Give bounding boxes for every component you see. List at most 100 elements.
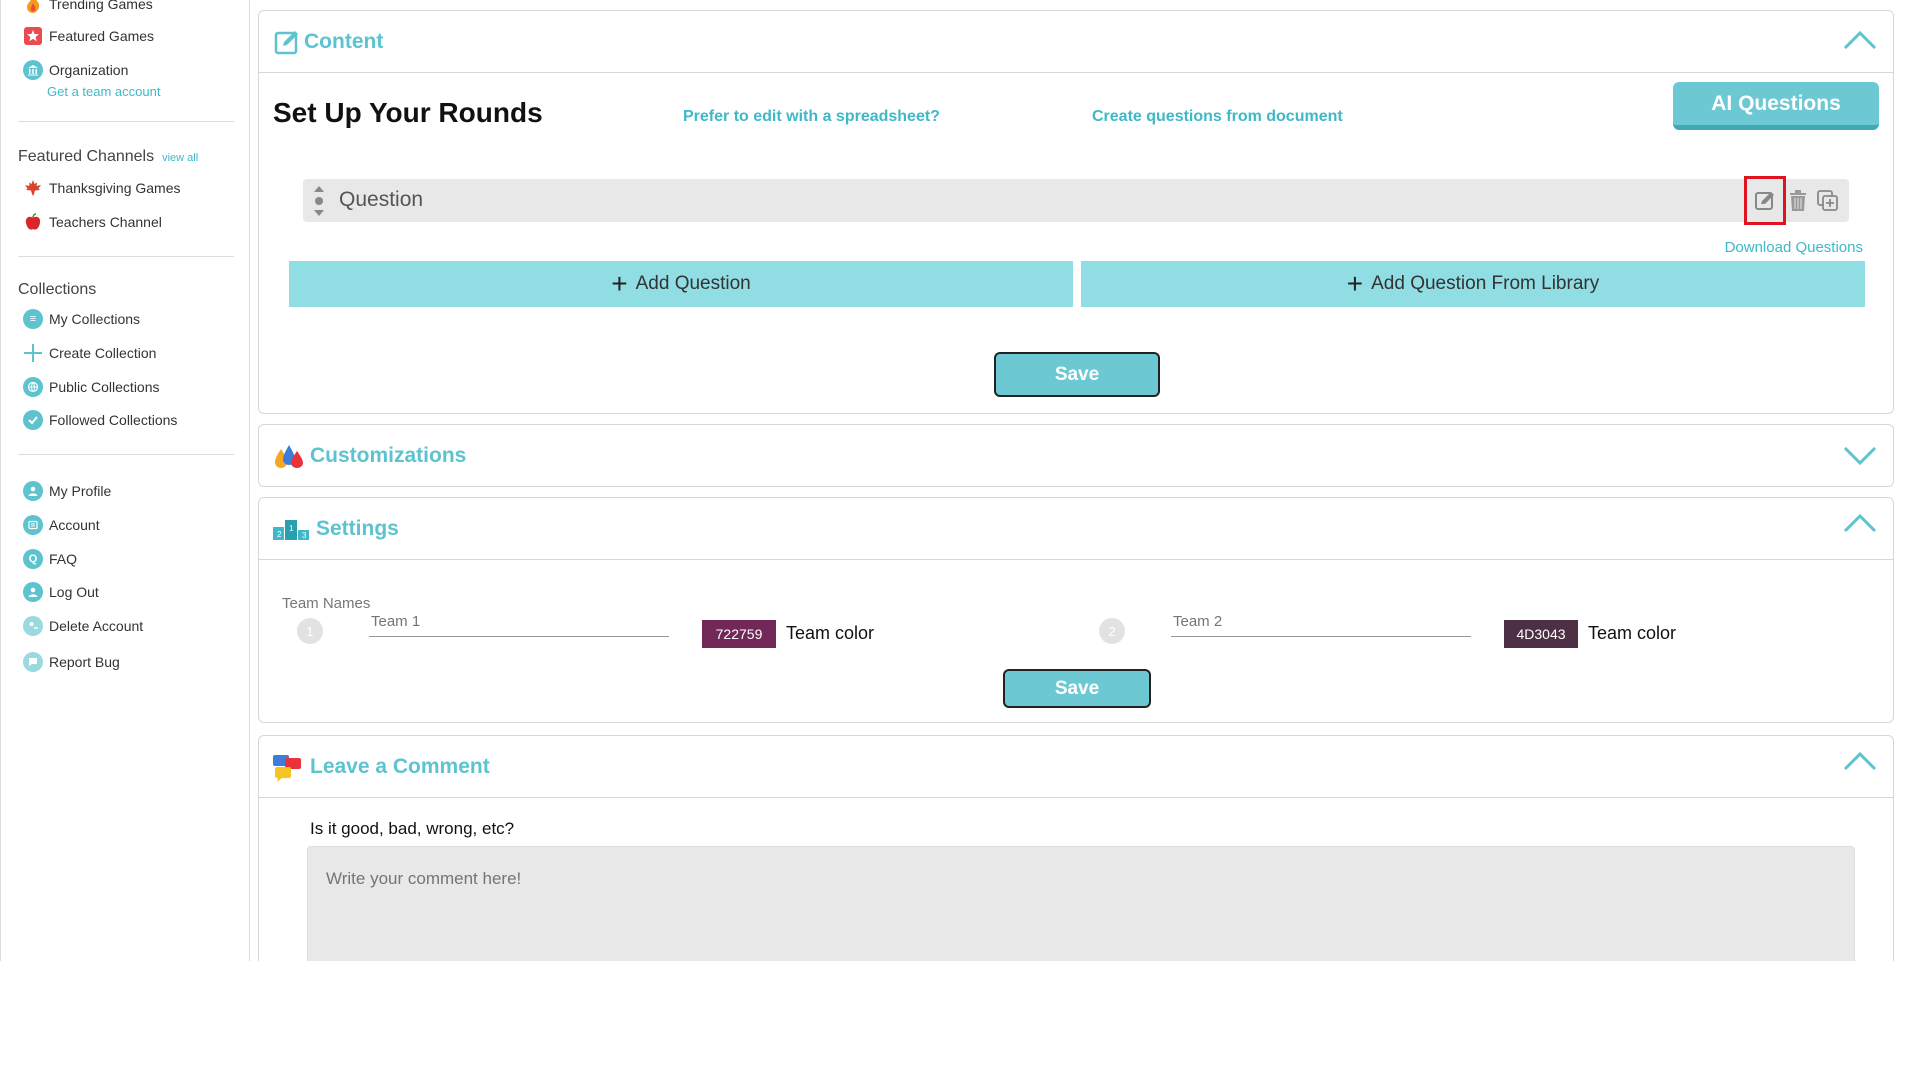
sidebar-item-account[interactable]: Account xyxy=(23,515,100,535)
sidebar-item-teachers-channel[interactable]: Teachers Channel xyxy=(23,212,162,232)
team-2-name-input[interactable] xyxy=(1171,607,1471,637)
sidebar-item-label: Public Collections xyxy=(49,379,160,395)
svg-text:1: 1 xyxy=(289,524,294,533)
get-team-account-link[interactable]: Get a team account xyxy=(47,84,160,99)
content-panel-header[interactable]: Content xyxy=(259,11,1893,73)
question-row[interactable]: Question xyxy=(303,176,1849,225)
sidebar-item-label: Followed Collections xyxy=(49,412,178,428)
sidebar-item-report-bug[interactable]: Report Bug xyxy=(23,652,120,672)
team-color-label: Team color xyxy=(786,623,875,643)
check-icon xyxy=(23,410,43,430)
duplicate-icon[interactable] xyxy=(1813,186,1843,216)
sidebar-item-delete-account[interactable]: Delete Account xyxy=(23,616,143,636)
sidebar-item-label: Delete Account xyxy=(49,618,144,634)
plus-icon: + xyxy=(611,268,628,299)
featured-channels-heading: Featured Channels view all xyxy=(18,148,198,166)
sidebar-item-featured-games[interactable]: Featured Games xyxy=(23,26,154,46)
sidebar-item-label: Teachers Channel xyxy=(49,214,162,230)
create-from-document-link[interactable]: Create questions from document xyxy=(1092,108,1343,126)
sidebar-item-label: Thanksgiving Games xyxy=(49,180,181,196)
sidebar-item-label: Featured Games xyxy=(49,28,155,44)
question-label: Question xyxy=(339,188,424,211)
add-question-label: Add Question xyxy=(635,273,751,294)
page: Trending Games Featured Games Organizati… xyxy=(0,0,1905,961)
sidebar-item-organization[interactable]: Organization xyxy=(23,60,128,80)
chevron-up-icon[interactable] xyxy=(1843,29,1877,51)
content-panel: Content Set Up Your Rounds Prefer to edi… xyxy=(258,10,1894,414)
content-save-button[interactable]: Save xyxy=(994,352,1160,397)
list-icon: ≡ xyxy=(23,309,43,329)
add-question-button[interactable]: + Add Question xyxy=(289,261,1073,307)
delete-account-icon xyxy=(23,616,43,636)
team-names-label: Team Names xyxy=(282,595,371,612)
sidebar-item-label: FAQ xyxy=(49,551,78,567)
sidebar-item-label: My Collections xyxy=(49,311,141,327)
settings-title: Settings xyxy=(316,517,399,540)
sidebar-item-public-collections[interactable]: Public Collections xyxy=(23,377,160,397)
color-drops-icon xyxy=(273,443,305,474)
settings-panel-header[interactable]: 213 Settings xyxy=(259,498,1893,560)
question-actions xyxy=(1744,176,1849,225)
team-number-badge: 2 xyxy=(1099,618,1125,644)
comment-textarea[interactable] xyxy=(307,846,1855,961)
sidebar-item-label: Report Bug xyxy=(49,654,120,670)
team-1-color-swatch[interactable]: 722759 xyxy=(702,620,776,648)
edit-icon xyxy=(274,29,300,60)
chevron-up-icon[interactable] xyxy=(1843,512,1877,534)
comment-panel-header[interactable]: Leave a Comment xyxy=(259,736,1893,798)
customizations-panel[interactable]: Customizations xyxy=(258,424,1894,487)
edit-question-icon[interactable] xyxy=(1744,176,1786,225)
spreadsheet-link[interactable]: Prefer to edit with a spreadsheet? xyxy=(683,108,940,126)
sidebar-item-thanksgiving-games[interactable]: Thanksgiving Games xyxy=(23,178,181,198)
sidebar-item-faq[interactable]: Q FAQ xyxy=(23,549,77,569)
sidebar-item-log-out[interactable]: Log Out xyxy=(23,582,99,602)
user-icon xyxy=(23,481,43,501)
featured-channels-title: Featured Channels xyxy=(18,148,155,165)
sidebar-item-create-collection[interactable]: Create Collection xyxy=(23,343,156,363)
sidebar-item-my-profile[interactable]: My Profile xyxy=(23,481,111,501)
plus-icon: + xyxy=(1346,268,1364,299)
star-icon xyxy=(23,26,43,46)
settings-save-button[interactable]: Save xyxy=(1003,669,1151,708)
settings-panel: 213 Settings Team Names 1 722759 Team co… xyxy=(258,497,1894,723)
sidebar-divider xyxy=(18,121,234,122)
sidebar-item-label: Create Collection xyxy=(49,345,157,361)
account-icon xyxy=(23,515,43,535)
comment-title: Leave a Comment xyxy=(310,755,490,778)
building-icon xyxy=(23,60,43,80)
team-1-name-input[interactable] xyxy=(369,607,669,637)
content-title: Content xyxy=(304,30,384,53)
bug-icon xyxy=(23,652,43,672)
sidebar-divider xyxy=(18,454,234,455)
sidebar-divider xyxy=(18,256,234,257)
sidebar-item-my-collections[interactable]: ≡ My Collections xyxy=(23,309,140,329)
sidebar-item-followed-collections[interactable]: Followed Collections xyxy=(23,410,177,430)
comment-panel: Leave a Comment Is it good, bad, wrong, … xyxy=(258,735,1894,961)
sidebar-item-label: Log Out xyxy=(49,584,99,600)
svg-text:2: 2 xyxy=(277,530,282,539)
team-2-color-swatch[interactable]: 4D3043 xyxy=(1504,620,1578,648)
customizations-title: Customizations xyxy=(310,444,467,467)
faq-icon: Q xyxy=(23,549,43,569)
download-questions-link[interactable]: Download Questions xyxy=(1725,239,1863,256)
comment-prompt: Is it good, bad, wrong, etc? xyxy=(310,819,515,838)
apple-icon xyxy=(23,212,43,232)
chevron-up-icon[interactable] xyxy=(1843,750,1877,772)
sidebar-item-label: Organization xyxy=(49,62,129,78)
view-all-link[interactable]: view all xyxy=(162,152,198,164)
add-question-from-library-button[interactable]: + Add Question From Library xyxy=(1081,261,1865,307)
chevron-down-icon[interactable] xyxy=(1843,445,1877,467)
sidebar-item-trending-games[interactable]: Trending Games xyxy=(23,0,153,14)
maple-leaf-icon xyxy=(23,178,43,198)
collections-heading: Collections xyxy=(18,281,97,298)
podium-icon: 213 xyxy=(273,518,309,545)
sidebar-item-label: Trending Games xyxy=(49,0,153,12)
flame-icon xyxy=(23,0,43,14)
drag-handle-icon[interactable] xyxy=(313,185,325,217)
sidebar-item-label: Account xyxy=(49,517,100,533)
trash-icon[interactable] xyxy=(1783,186,1813,216)
add-from-library-label: Add Question From Library xyxy=(1371,273,1600,294)
chat-bubbles-icon xyxy=(273,753,305,788)
ai-questions-button[interactable]: AI Questions xyxy=(1673,82,1879,130)
globe-icon xyxy=(23,377,43,397)
